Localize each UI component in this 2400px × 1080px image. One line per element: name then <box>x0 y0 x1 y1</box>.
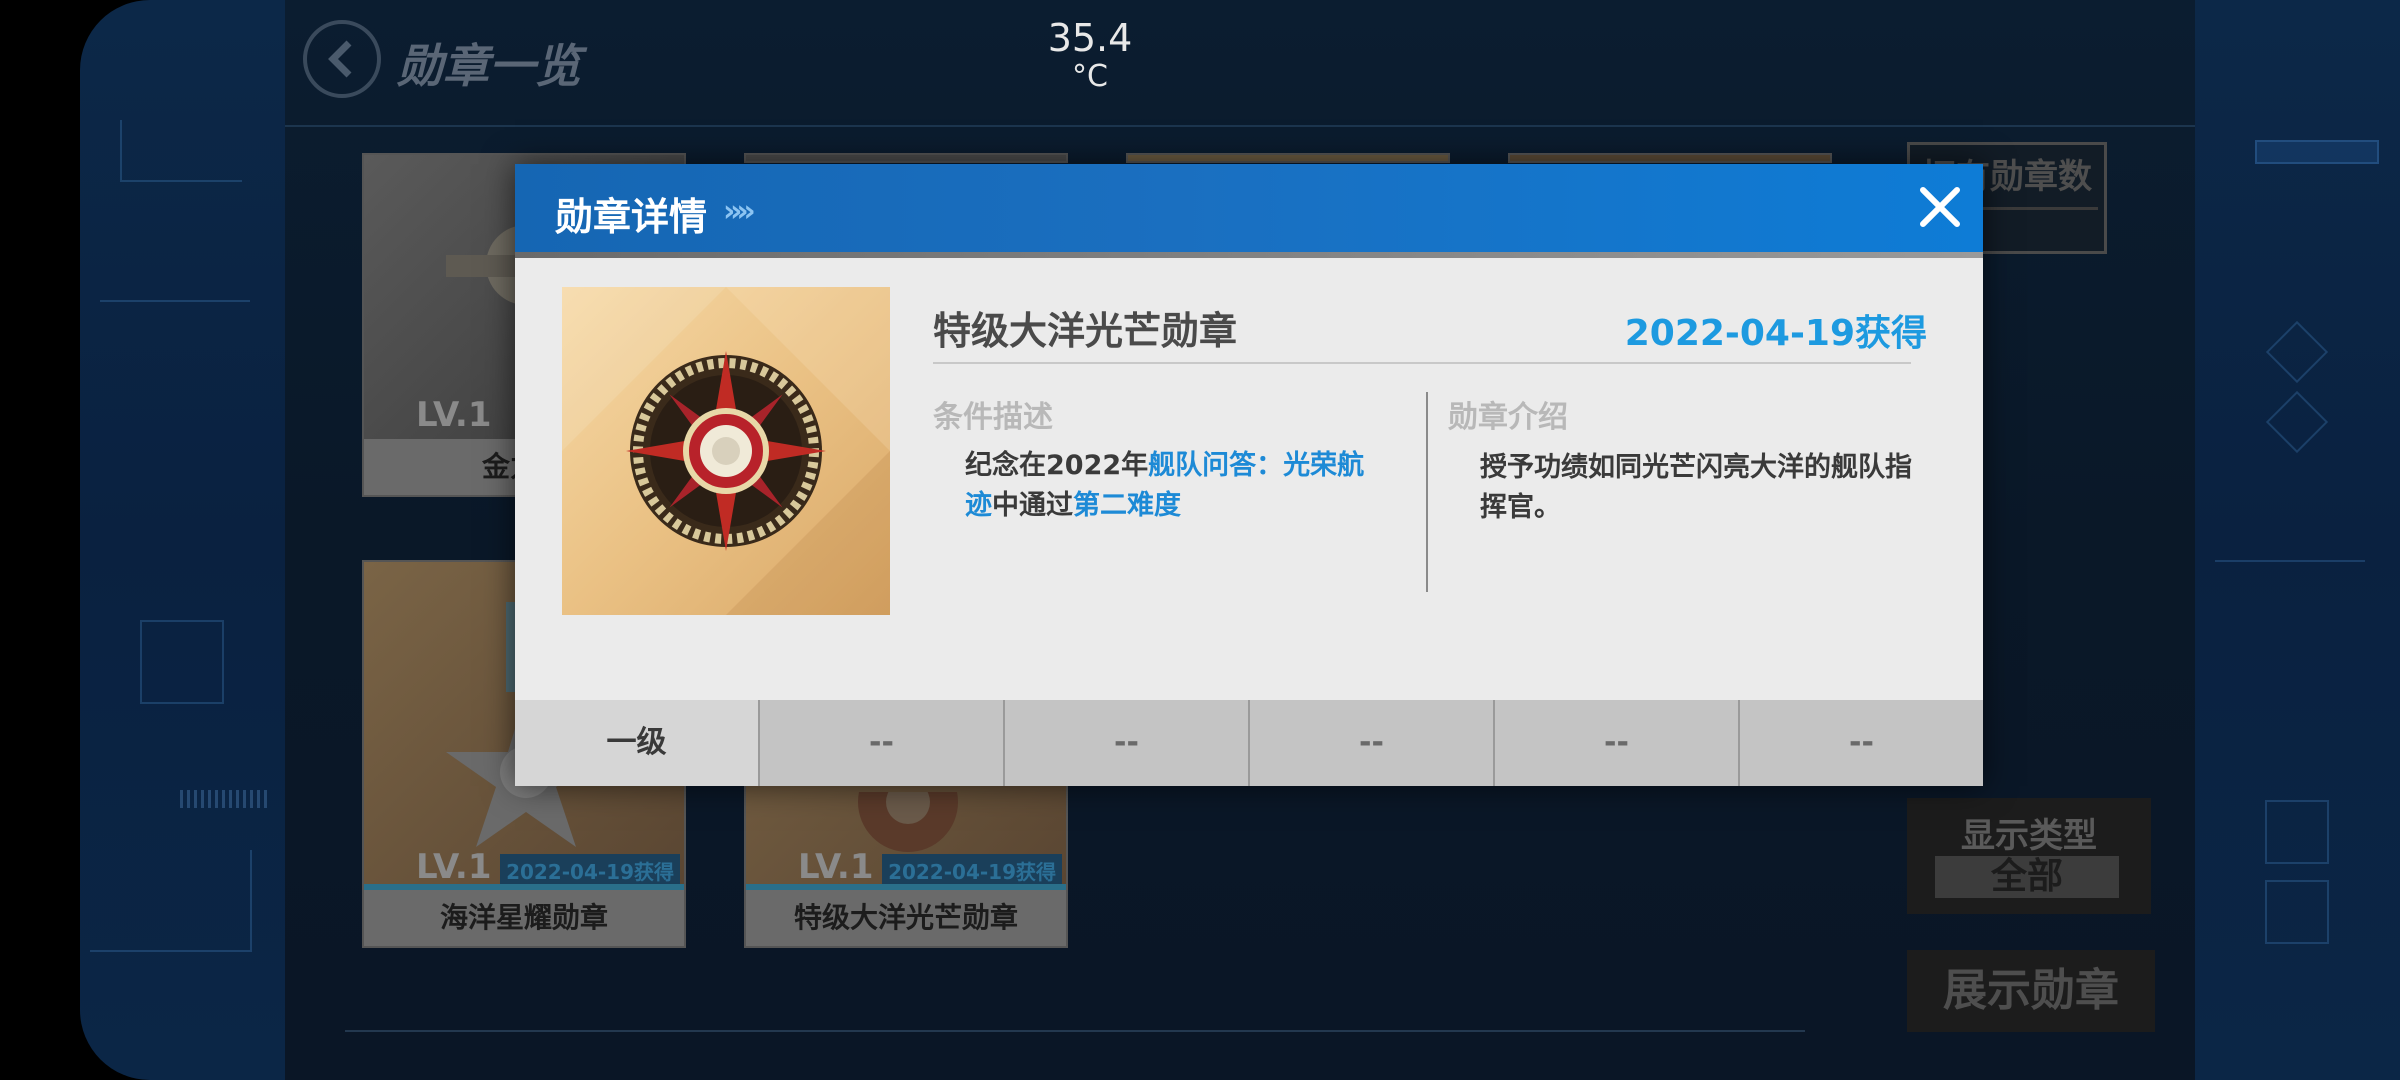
divider <box>933 362 1911 364</box>
dialog-title: 勋章详情 <box>555 195 708 239</box>
medal-card-name: 海洋星耀勋章 <box>364 890 684 946</box>
condition-text-part: 中通过 <box>992 490 1073 521</box>
double-chevron-icon: »» <box>723 194 756 229</box>
temperature-indicator: 35.4 °C <box>1040 16 1140 94</box>
medal-card-name: 特级大洋光芒勋章 <box>746 890 1066 946</box>
medal-card[interactable] <box>1126 153 1450 163</box>
temperature-unit: °C <box>1072 58 1108 94</box>
level-tab[interactable]: -- <box>1493 700 1738 786</box>
level-tabs: 一级 -- -- -- -- -- <box>515 700 1983 786</box>
condition-highlight: 第二难度 <box>1073 490 1181 521</box>
left-decor-panel <box>80 0 285 1080</box>
page-title: 勋章一览 <box>397 39 581 93</box>
chevron-left-icon <box>328 40 352 78</box>
display-type-value[interactable]: 全部 <box>1935 856 2119 898</box>
display-type-label: 显示类型 <box>1961 816 2097 856</box>
temperature-value: 35.4 <box>1047 16 1133 60</box>
top-bar: 勋章一览 <box>285 0 2195 127</box>
dialog-header: 勋章详情 »» <box>515 164 1983 258</box>
intro-text: 授予功绩如同光芒闪亮大洋的舰队指挥官。 <box>1480 452 1912 523</box>
condition-text: 纪念在2022年舰队问答：光荣航迹中通过第二难度 <box>965 446 1385 526</box>
divider <box>345 1030 1805 1032</box>
medal-card[interactable] <box>1508 153 1832 163</box>
column-divider <box>1426 392 1428 592</box>
medal-card[interactable] <box>744 153 1068 163</box>
show-medal-button[interactable]: 展示勋章 <box>1907 950 2155 1032</box>
close-button[interactable] <box>1913 180 1967 234</box>
condition-heading: 条件描述 <box>933 400 1053 435</box>
level-tab[interactable]: -- <box>758 700 1003 786</box>
medal-card-date: 2022-04-19获得 <box>500 854 680 887</box>
level-tab[interactable]: -- <box>1003 700 1248 786</box>
ocean-radiance-medal-icon <box>562 287 890 615</box>
screen: 勋章一览 LV.1 金力量 <box>0 0 2400 1080</box>
back-button[interactable] <box>303 20 381 98</box>
medal-card-level: LV.1 <box>416 395 492 435</box>
medal-image <box>562 287 890 615</box>
display-type-filter[interactable]: 显示类型 全部 <box>1907 798 2151 914</box>
medal-detail-dialog: 勋章详情 »» 特级大洋光芒勋章 2022-04-19获得 条件描述 纪念在20… <box>515 164 1983 786</box>
close-icon <box>1920 187 1960 227</box>
condition-text-part: 纪念在2022年 <box>965 450 1149 481</box>
level-tab[interactable]: 一级 <box>515 700 758 786</box>
right-decor-panel <box>2195 0 2400 1080</box>
obtained-date: 2022-04-19获得 <box>1624 313 1927 354</box>
level-tab[interactable]: -- <box>1248 700 1493 786</box>
level-tab[interactable]: -- <box>1738 700 1983 786</box>
medal-name: 特级大洋光芒勋章 <box>933 309 1238 353</box>
medal-card-level: LV.1 <box>798 847 874 887</box>
medal-card-level: LV.1 <box>416 847 492 887</box>
intro-heading: 勋章介绍 <box>1448 400 1568 435</box>
medal-card-date: 2022-04-19获得 <box>882 854 1062 887</box>
